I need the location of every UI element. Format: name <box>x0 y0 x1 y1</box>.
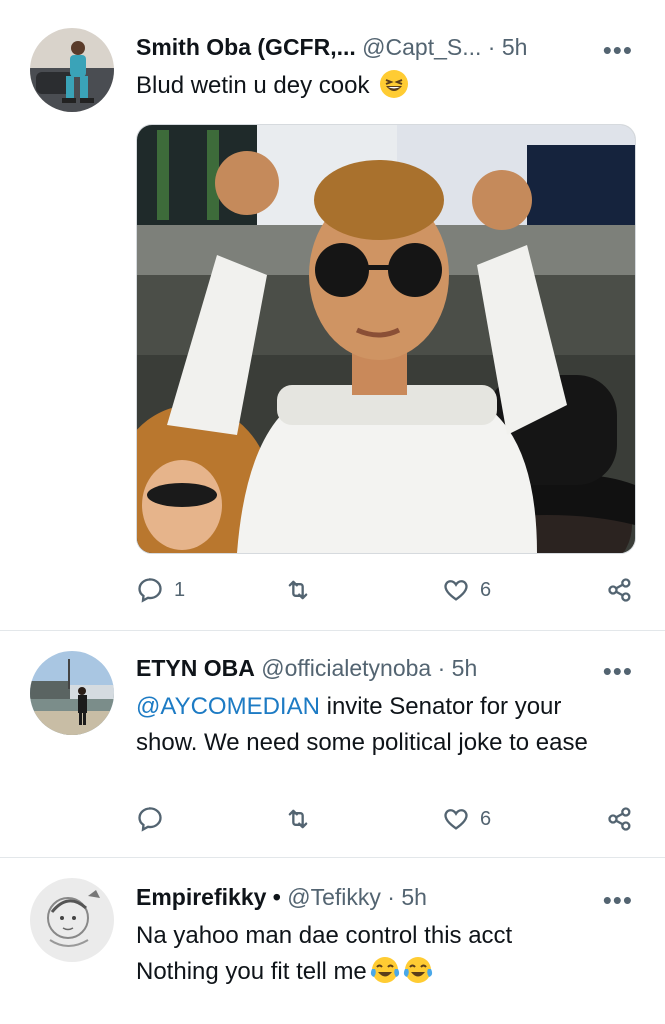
retweet-button[interactable] <box>284 805 312 833</box>
tweet-media-image[interactable] <box>136 124 636 554</box>
tweet-text: Na yahoo man dae control this acct Nothi… <box>136 918 637 990</box>
tweet-actions: 6 <box>136 805 636 837</box>
face-with-tears-of-joy-icon <box>403 957 432 983</box>
more-options-button[interactable]: ••• <box>603 887 633 913</box>
mention-link[interactable]: @AYCOMEDIAN <box>136 693 320 720</box>
display-name[interactable]: Empirefikky <box>136 884 266 910</box>
reply-button[interactable]: 1 <box>136 576 185 604</box>
heart-icon <box>444 809 468 830</box>
avatar[interactable] <box>30 28 114 112</box>
separator: · <box>387 884 395 910</box>
retweet-icon <box>288 809 308 829</box>
reply-count: 1 <box>174 578 186 601</box>
avatar[interactable] <box>30 878 114 962</box>
grinning-squinting-face-icon <box>380 70 409 98</box>
tweet-1[interactable]: Smith Oba (GCFR,... @Capt_S... · 5h ••• … <box>0 0 665 630</box>
tweet-3[interactable]: Empirefikky • @Tefikky · 5h ••• Na yahoo… <box>0 858 665 1024</box>
tweet-text-line1: Na yahoo man dae control this acct <box>136 922 513 949</box>
tweet-text: Blud wetin u dey cook <box>136 68 637 104</box>
handle[interactable]: @officialetynoba <box>261 655 431 681</box>
retweet-button[interactable] <box>284 576 312 604</box>
tweet-text-line2: Nothing you fit tell me <box>136 958 367 985</box>
share-icon <box>608 578 631 602</box>
more-options-button[interactable]: ••• <box>603 658 633 684</box>
tweet-header: ETYN OBA @officialetynoba · 5h <box>136 653 605 683</box>
timestamp[interactable]: 5h <box>502 34 528 60</box>
retweet-icon <box>288 580 308 600</box>
reply-button[interactable] <box>136 805 174 833</box>
tweet-text-content: invite Senator for your <box>319 693 562 720</box>
display-name[interactable]: ETYN OBA <box>136 655 255 681</box>
like-count: 6 <box>480 807 492 830</box>
heart-icon <box>444 580 468 601</box>
like-count: 6 <box>480 578 492 601</box>
handle[interactable]: @Capt_S... <box>362 34 481 60</box>
face-with-tears-of-joy-icon <box>370 957 399 983</box>
more-options-button[interactable]: ••• <box>603 37 633 63</box>
timestamp[interactable]: 5h <box>452 655 478 681</box>
tweet-2[interactable]: ETYN OBA @officialetynoba · 5h ••• @AYCO… <box>0 631 665 857</box>
like-button[interactable]: 6 <box>442 805 491 833</box>
tweet-header: Smith Oba (GCFR,... @Capt_S... · 5h <box>136 32 605 62</box>
like-button[interactable]: 6 <box>442 576 491 604</box>
timestamp[interactable]: 5h <box>401 884 427 910</box>
reply-icon <box>138 807 162 832</box>
tweet-header: Empirefikky • @Tefikky · 5h <box>136 882 605 912</box>
display-name[interactable]: Smith Oba (GCFR,... <box>136 34 356 60</box>
share-button[interactable] <box>606 576 634 604</box>
tweet-text-content: Blud wetin u dey cook <box>136 72 370 99</box>
avatar[interactable] <box>30 651 114 735</box>
handle[interactable]: @Tefikky <box>287 884 381 910</box>
separator: · <box>487 34 496 60</box>
separator: · <box>437 655 446 681</box>
tweet-text-line2: show. We need some political joke to eas… <box>136 729 588 756</box>
reply-icon <box>138 578 162 603</box>
tweet-text: @AYCOMEDIAN invite Senator for your show… <box>136 689 637 761</box>
tweet-actions: 1 6 <box>136 576 636 608</box>
share-icon <box>608 807 631 831</box>
name-separator: • <box>272 884 281 910</box>
share-button[interactable] <box>606 805 634 833</box>
